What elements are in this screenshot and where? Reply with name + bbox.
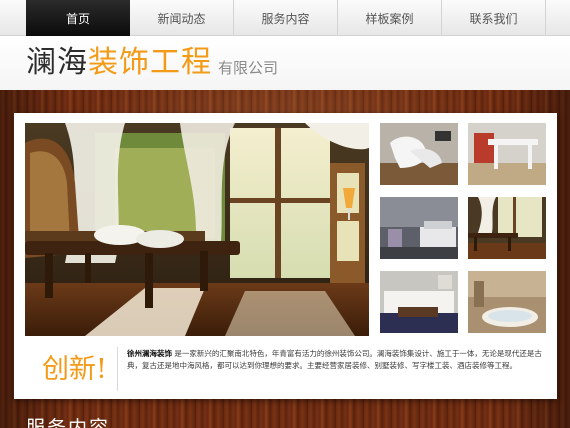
thumb-lounge-chair[interactable] xyxy=(468,197,546,259)
intro-paragraph: 徐州澜海装饰 是一家新兴的汇聚南北特色，年青富有活力的徐州装饰公司。澜海装饰集设… xyxy=(127,348,543,372)
thumb-white-sofa[interactable] xyxy=(380,271,458,333)
main-nav: 首页 新闻动态 服务内容 样板案例 联系我们 xyxy=(0,0,570,36)
intro-tag: 创新! xyxy=(42,354,107,385)
thumb-modern-chair[interactable] xyxy=(380,123,458,185)
thumb-bathroom[interactable] xyxy=(468,271,546,333)
thumb-living-room[interactable] xyxy=(380,197,458,259)
intro-description: 是一家新兴的汇聚南北特色，年青富有活力的徐州装饰公司。澜海装饰集设计、施工于一体… xyxy=(127,349,542,370)
services-section-title: 服务内容 xyxy=(26,417,111,428)
nav-item-home[interactable]: 首页 xyxy=(26,0,130,36)
nav-item-services[interactable]: 服务内容 xyxy=(234,0,338,36)
logo-accent-text: 装饰工程 xyxy=(88,45,212,80)
nav-item-news[interactable]: 新闻动态 xyxy=(130,0,234,36)
intro-company-name: 徐州澜海装饰 xyxy=(127,349,172,358)
showcase-panel: 创新! 徐州澜海装饰 是一家新兴的汇聚南北特色，年青富有活力的徐州装饰公司。澜海… xyxy=(14,113,557,399)
nav-item-cases[interactable]: 样板案例 xyxy=(338,0,442,36)
nav-item-contact[interactable]: 联系我们 xyxy=(442,0,546,36)
logo-main-text: 澜海 xyxy=(26,45,88,80)
logo-suffix-text: 有限公司 xyxy=(218,59,279,77)
thumb-red-chair[interactable] xyxy=(468,123,546,185)
featured-room-photo[interactable] xyxy=(25,123,369,336)
site-logo[interactable]: 澜海 装饰工程 有限公司 xyxy=(26,45,278,81)
site-header: 澜海 装饰工程 有限公司 xyxy=(0,37,570,90)
intro-divider xyxy=(117,347,118,391)
